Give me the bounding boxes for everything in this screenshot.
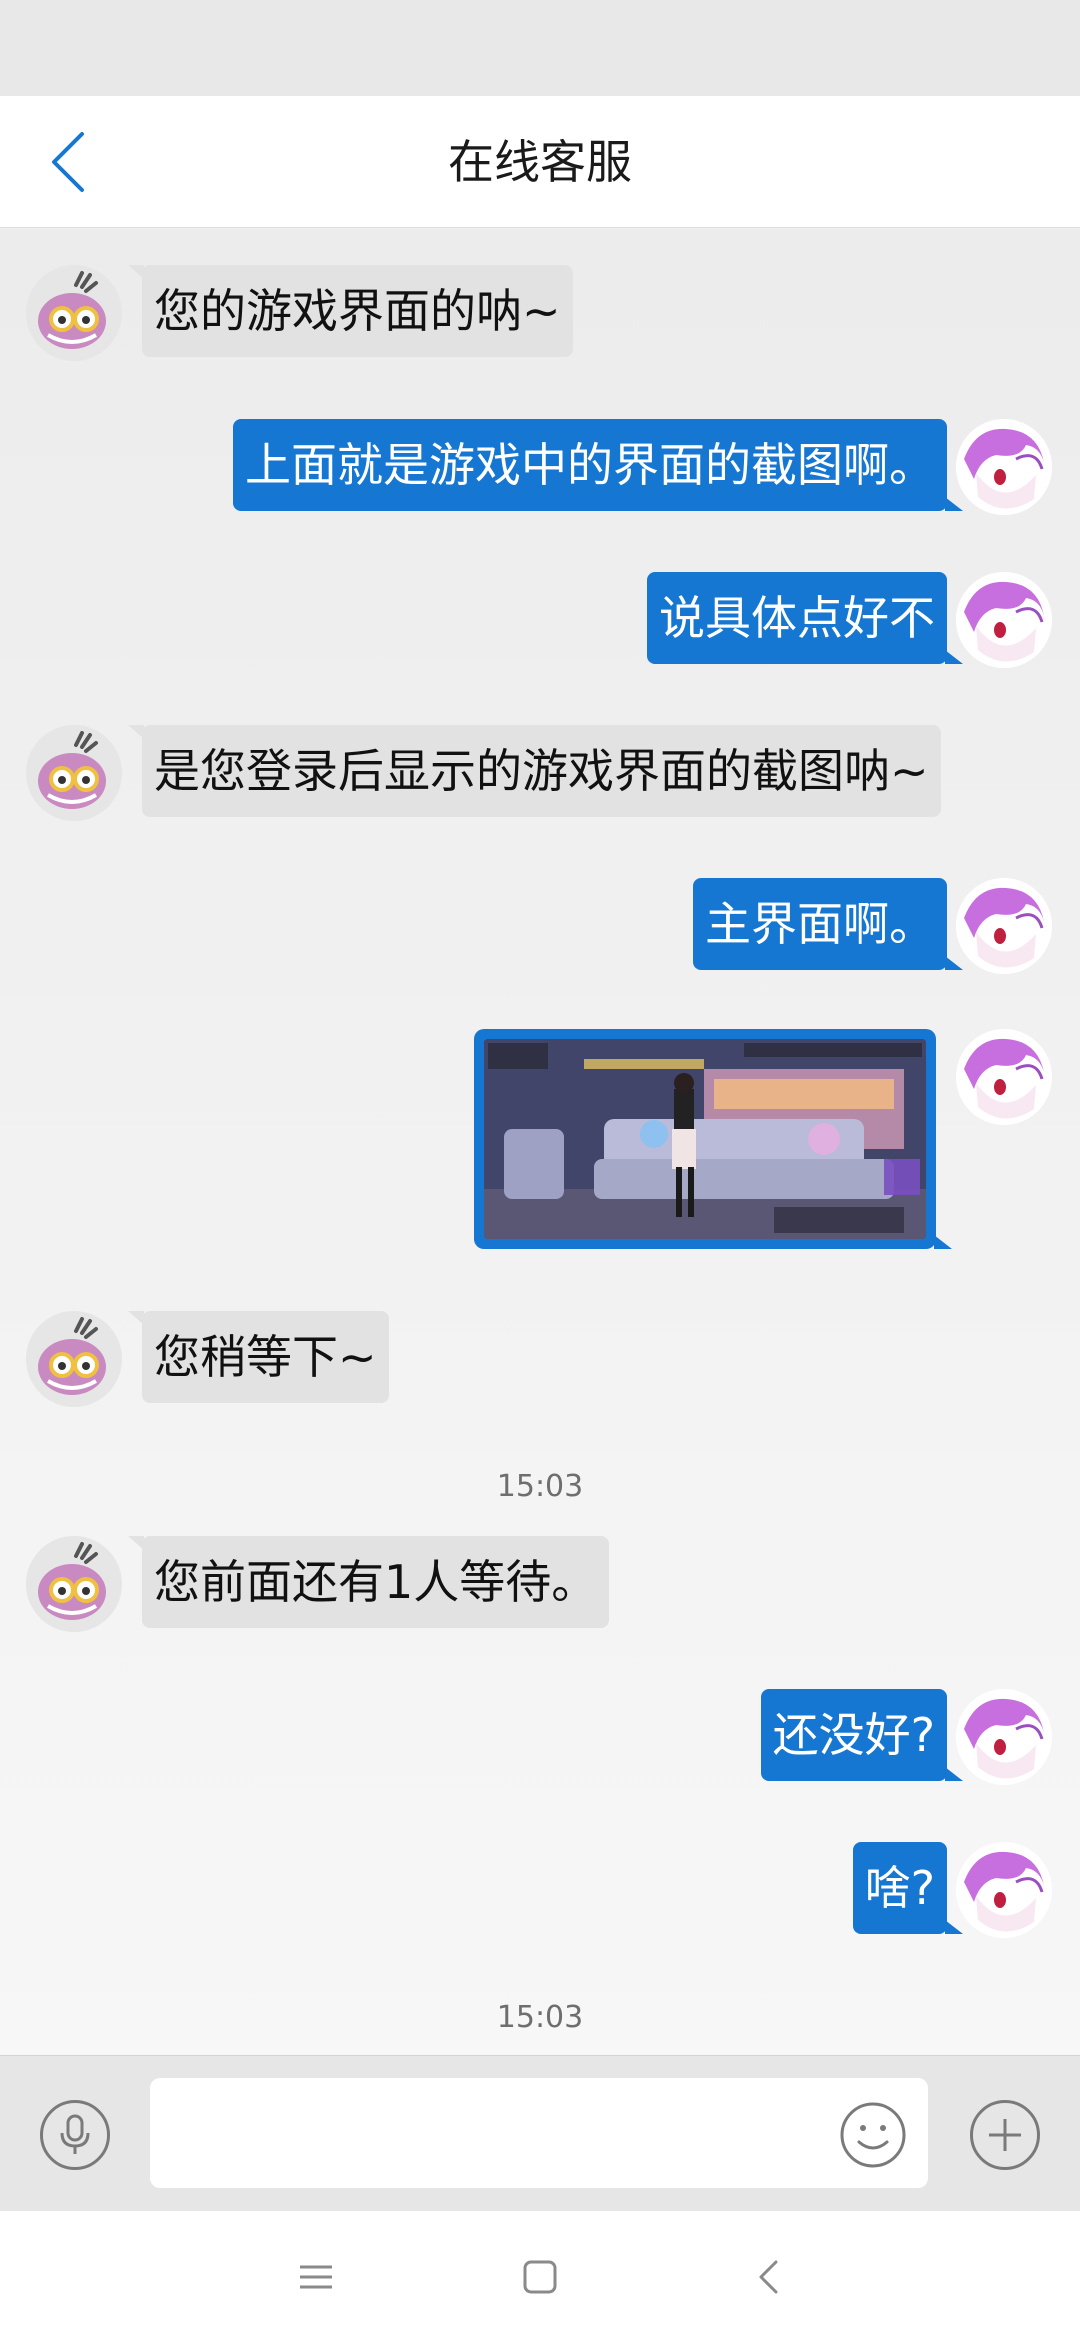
- user-message-bubble[interactable]: 说具体点好不: [647, 572, 963, 664]
- system-navigation-bar: [0, 2211, 1080, 2340]
- user-avatar[interactable]: [956, 1029, 1052, 1125]
- chat-message: 上面就是游戏中的界面的截图啊。: [0, 419, 1080, 519]
- anime-avatar-icon: [956, 878, 1052, 974]
- agent-avatar[interactable]: [26, 265, 122, 361]
- chat-message: 说具体点好不: [0, 572, 1080, 672]
- chat-message: 还没好?: [0, 1689, 1080, 1789]
- anime-avatar-icon: [956, 1842, 1052, 1938]
- plus-icon: [989, 2119, 1021, 2151]
- chat-message: 主界面啊。: [0, 878, 1080, 978]
- message-input[interactable]: [150, 2078, 928, 2188]
- more-button[interactable]: [970, 2100, 1040, 2170]
- home-icon: [523, 2260, 557, 2294]
- system-back-button[interactable]: [738, 2247, 798, 2307]
- voice-button[interactable]: [40, 2100, 110, 2170]
- chat-message: 您前面还有1人等待。: [0, 1536, 1080, 1636]
- user-avatar[interactable]: [956, 1842, 1052, 1938]
- menu-button[interactable]: [286, 2247, 346, 2307]
- game-screenshot-thumbnail[interactable]: [484, 1039, 926, 1239]
- agent-avatar[interactable]: [26, 1311, 122, 1407]
- emoji-button[interactable]: [838, 2100, 908, 2170]
- anime-avatar-icon: [956, 1029, 1052, 1125]
- user-message-bubble[interactable]: 啥?: [852, 1842, 964, 1934]
- agent-message-bubble[interactable]: 您的游戏界面的呐~: [128, 265, 573, 357]
- input-bar: [0, 2055, 1080, 2211]
- chat-area[interactable]: 您的游戏界面的呐~ 上面就是游戏中的界面的截图啊。 说具体点好不 是您登录后显示…: [0, 229, 1080, 2055]
- user-message-bubble[interactable]: 上面就是游戏中的界面的截图啊。: [233, 419, 963, 511]
- agent-avatar[interactable]: [26, 725, 122, 821]
- back-icon: [759, 2260, 778, 2294]
- chat-message: 啥?: [0, 1842, 1080, 1942]
- mascot-icon: [26, 725, 122, 821]
- page-title: 在线客服: [448, 135, 632, 189]
- timestamp: 15:03: [496, 2000, 584, 2035]
- anime-avatar-icon: [956, 1689, 1052, 1785]
- image-message-bubble[interactable]: [474, 1029, 952, 1249]
- chat-message: 您的游戏界面的呐~: [0, 265, 1080, 365]
- user-message-bubble[interactable]: 还没好?: [760, 1689, 964, 1781]
- chat-message: 是您登录后显示的游戏界面的截图呐~: [0, 725, 1080, 825]
- timestamp: 15:03: [496, 1469, 584, 1504]
- mascot-icon: [26, 265, 122, 361]
- mascot-icon: [26, 1311, 122, 1407]
- agent-avatar[interactable]: [26, 1536, 122, 1632]
- game-scene-image: [484, 1039, 926, 1239]
- user-avatar[interactable]: [956, 878, 1052, 974]
- user-avatar[interactable]: [956, 1689, 1052, 1785]
- home-button[interactable]: [510, 2247, 570, 2307]
- anime-avatar-icon: [956, 419, 1052, 515]
- status-bar: [0, 0, 1080, 96]
- user-message-bubble[interactable]: 主界面啊。: [693, 878, 963, 970]
- agent-message-bubble[interactable]: 您前面还有1人等待。: [127, 1536, 610, 1628]
- anime-avatar-icon: [956, 572, 1052, 668]
- chat-message: [0, 1029, 1080, 1249]
- microphone-icon: [60, 2114, 90, 2154]
- mascot-icon: [26, 1536, 122, 1632]
- smiley-icon: [840, 2102, 906, 2168]
- user-avatar[interactable]: [956, 572, 1052, 668]
- agent-message-bubble[interactable]: 您稍等下~: [128, 1311, 389, 1403]
- chat-message: 您稍等下~: [0, 1311, 1080, 1411]
- nav-header: 在线客服: [0, 96, 1080, 228]
- menu-icon: [300, 2265, 332, 2289]
- user-avatar[interactable]: [956, 419, 1052, 515]
- agent-message-bubble[interactable]: 是您登录后显示的游戏界面的截图呐~: [128, 725, 941, 817]
